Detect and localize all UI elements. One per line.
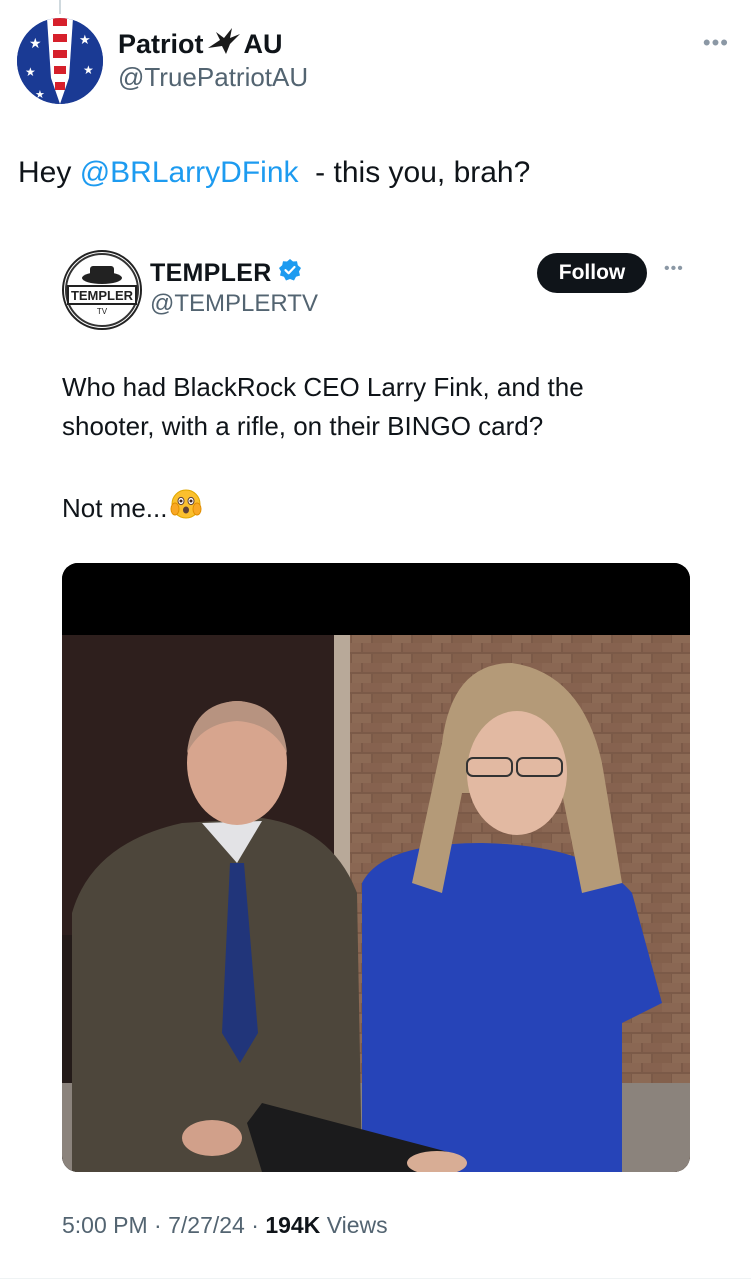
quoted-avatar-subtext: TV: [97, 307, 108, 316]
verified-badge-icon: [278, 258, 302, 289]
quoted-author-handle[interactable]: @TEMPLERTV: [150, 290, 318, 318]
views-count: 194K: [265, 1212, 321, 1238]
quoted-avatar-text: TEMPLER: [71, 288, 134, 303]
svg-text:★: ★: [79, 32, 91, 47]
tweet-prefix: Hey: [18, 156, 80, 189]
quoted-name-text: TEMPLER: [150, 259, 272, 287]
quoted-text-line2: shooter, with a rifle, on their BINGO ca…: [62, 411, 544, 441]
tweet-suffix: - this you, brah?: [298, 156, 531, 189]
tweet-meta: 5:00 PM · 7/27/24 · 194K Views: [62, 1212, 388, 1239]
tweet-date[interactable]: 7/27/24: [168, 1212, 245, 1238]
author-name-part1: Patriot: [118, 29, 204, 59]
views-label: Views: [326, 1212, 388, 1238]
quoted-text-line1: Who had BlackRock CEO Larry Fink, and th…: [62, 372, 584, 402]
quoted-tweet-text-2: Not me...: [62, 486, 203, 531]
author-name-part2: AU: [243, 29, 283, 59]
follow-button[interactable]: Follow: [537, 253, 647, 293]
author-avatar[interactable]: ★ ★ ★ ★ ★: [17, 18, 103, 104]
quoted-avatar[interactable]: TEMPLER TV: [62, 250, 142, 330]
flushed-face-emoji: [169, 486, 203, 531]
meta-separator: ·: [154, 1212, 162, 1238]
quoted-media-image[interactable]: [62, 563, 690, 1172]
eagle-icon: [206, 26, 242, 63]
svg-text:★: ★: [83, 63, 94, 77]
divider: [0, 1278, 751, 1279]
author-name[interactable]: Patriot AU: [118, 26, 283, 63]
thread-connector-line: [59, 0, 61, 14]
quoted-author-name[interactable]: TEMPLER: [150, 258, 302, 289]
svg-text:★: ★: [25, 65, 36, 79]
meta-separator: ·: [251, 1212, 259, 1238]
tweet-time[interactable]: 5:00 PM: [62, 1212, 148, 1238]
svg-text:★: ★: [29, 35, 42, 51]
svg-text:★: ★: [35, 89, 45, 101]
quoted-text-line3: Not me...: [62, 493, 168, 523]
more-options-icon[interactable]: •••: [703, 30, 729, 56]
mention-link[interactable]: @BRLarryDFink: [80, 156, 299, 189]
tweet-text: Hey @BRLarryDFink - this you, brah?: [18, 153, 530, 193]
quoted-more-options-icon[interactable]: •••: [664, 260, 684, 278]
author-handle[interactable]: @TruePatriotAU: [118, 62, 308, 93]
quoted-tweet-text: Who had BlackRock CEO Larry Fink, and th…: [62, 368, 584, 446]
